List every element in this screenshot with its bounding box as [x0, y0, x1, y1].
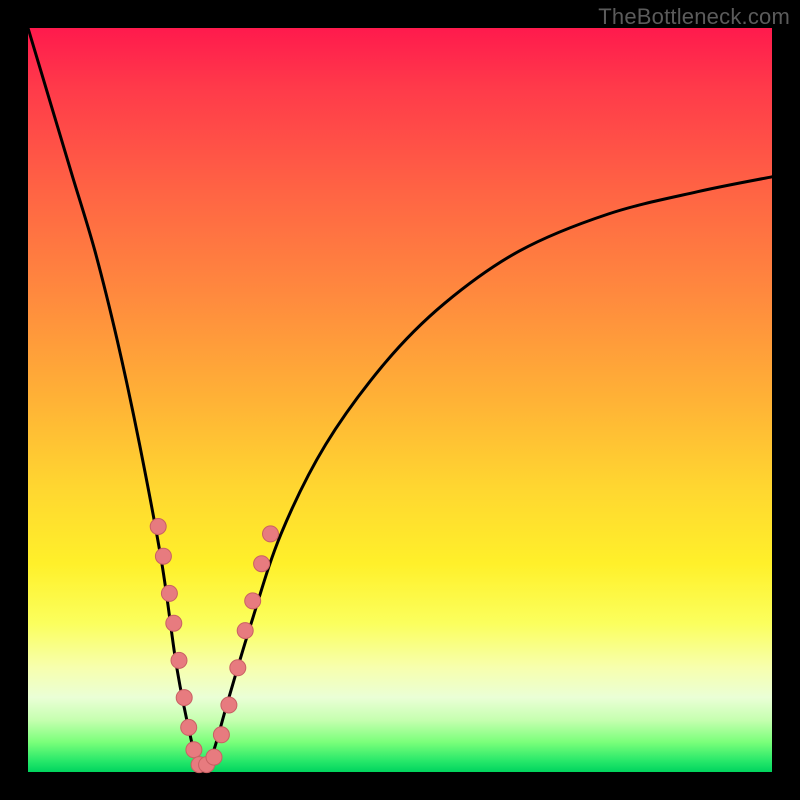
sample-dot: [263, 526, 279, 542]
sample-dot: [245, 593, 261, 609]
sample-dot: [181, 719, 197, 735]
chart-frame: TheBottleneck.com: [0, 0, 800, 800]
watermark-text: TheBottleneck.com: [598, 4, 790, 30]
bottleneck-curve: [28, 28, 772, 767]
sample-dot: [176, 690, 192, 706]
sample-dot: [186, 742, 202, 758]
sample-dot: [254, 556, 270, 572]
sample-dot: [155, 548, 171, 564]
sample-dot: [166, 615, 182, 631]
sample-dot: [230, 660, 246, 676]
sample-dot: [171, 652, 187, 668]
sample-dot: [161, 585, 177, 601]
curve-svg: [28, 28, 772, 772]
sample-dot: [213, 727, 229, 743]
sample-dot: [237, 623, 253, 639]
plot-area: [28, 28, 772, 772]
sample-dot: [150, 519, 166, 535]
sample-dot: [221, 697, 237, 713]
sample-dot: [206, 749, 222, 765]
